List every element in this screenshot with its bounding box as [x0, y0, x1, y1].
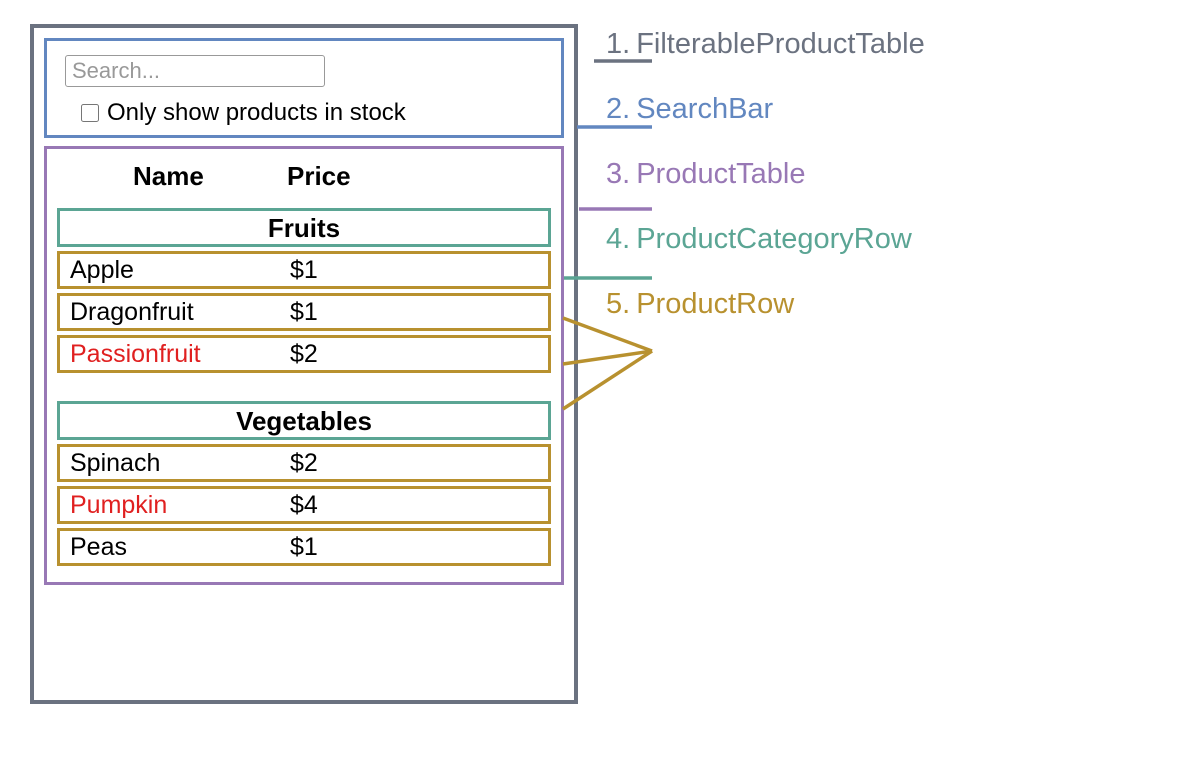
product-category-row: Vegetables	[57, 401, 551, 440]
product-name: Apple	[70, 256, 290, 285]
filterable-product-table: Only show products in stock Name Price F…	[30, 24, 578, 704]
product-price: $2	[290, 449, 390, 478]
product-price: $1	[290, 256, 390, 285]
product-name: Spinach	[70, 449, 290, 478]
product-name: Pumpkin	[70, 491, 290, 520]
annotation-label: ProductCategoryRow	[636, 223, 912, 256]
annotation-number: 1.	[606, 28, 630, 61]
product-name: Peas	[70, 533, 290, 562]
annotation-number: 4.	[606, 223, 630, 256]
product-price: $1	[290, 533, 390, 562]
component-hierarchy-diagram: Only show products in stock Name Price F…	[16, 16, 1184, 728]
product-category-row: Fruits	[57, 208, 551, 247]
product-name: Dragonfruit	[70, 298, 290, 327]
product-name: Passionfruit	[70, 340, 290, 369]
product-price: $4	[290, 491, 390, 520]
table-headers: Name Price	[57, 157, 551, 202]
product-row: Peas $1	[57, 528, 551, 566]
annotation-label: FilterableProductTable	[636, 28, 925, 61]
in-stock-checkbox[interactable]	[81, 104, 99, 122]
annotation-filterable-product-table: 1. FilterableProductTable	[606, 28, 925, 61]
annotation-number: 5.	[606, 288, 630, 321]
annotation-product-row: 5. ProductRow	[606, 288, 925, 321]
annotation-product-category-row: 4. ProductCategoryRow	[606, 223, 925, 256]
annotation-number: 3.	[606, 158, 630, 191]
annotation-label: ProductRow	[636, 288, 794, 321]
annotation-product-table: 3. ProductTable	[606, 158, 925, 191]
product-price: $1	[290, 298, 390, 327]
product-table: Name Price Fruits Apple $1 Dragonfruit $…	[44, 146, 564, 585]
search-input[interactable]	[65, 55, 325, 87]
product-row: Spinach $2	[57, 444, 551, 482]
product-price: $2	[290, 340, 390, 369]
annotation-label: ProductTable	[636, 158, 805, 191]
product-row: Apple $1	[57, 251, 551, 289]
header-price: Price	[287, 161, 427, 192]
annotation-label: SearchBar	[636, 93, 773, 126]
annotation-search-bar: 2. SearchBar	[606, 93, 925, 126]
product-row: Passionfruit $2	[57, 335, 551, 373]
product-row: Dragonfruit $1	[57, 293, 551, 331]
search-bar: Only show products in stock	[44, 38, 564, 138]
in-stock-checkbox-row: Only show products in stock	[81, 99, 543, 127]
in-stock-checkbox-label: Only show products in stock	[107, 99, 406, 127]
header-name: Name	[57, 161, 287, 192]
annotations-list: 1. FilterableProductTable 2. SearchBar 3…	[606, 28, 925, 353]
annotation-number: 2.	[606, 93, 630, 126]
product-row: Pumpkin $4	[57, 486, 551, 524]
